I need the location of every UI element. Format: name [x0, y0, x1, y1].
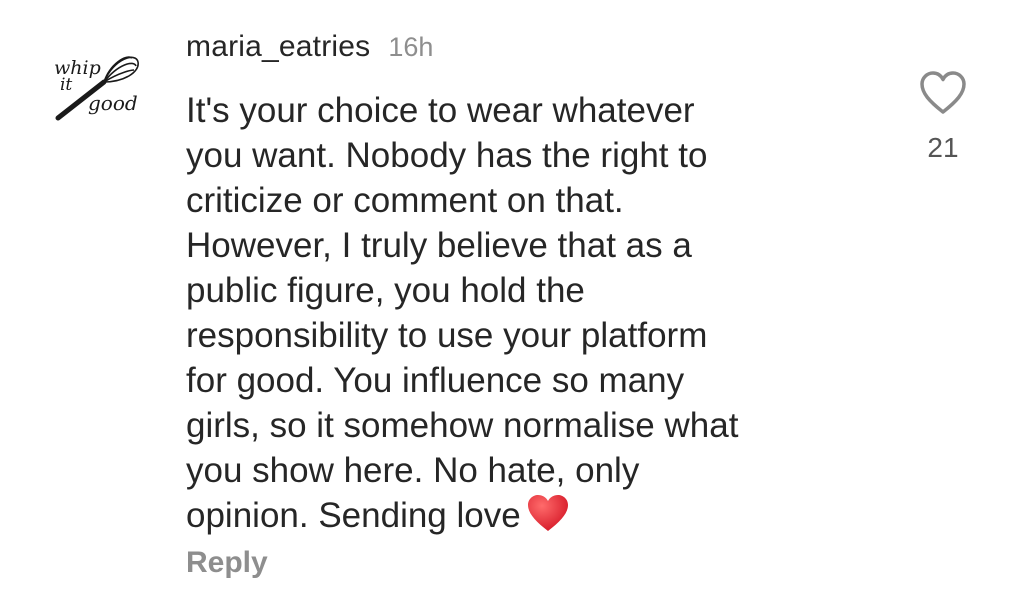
avatar-word-2: it — [60, 75, 72, 95]
reply-button[interactable]: Reply — [186, 546, 268, 580]
avatar-word-3: good — [88, 91, 138, 115]
heart-outline-icon — [920, 71, 966, 114]
like-count: 21 — [927, 132, 959, 163]
like-button[interactable] — [918, 70, 968, 116]
red-heart-emoji-icon — [527, 495, 569, 544]
username-link[interactable]: maria_eatries — [186, 30, 370, 64]
comment-text: It's your choice to wear whatever you wa… — [186, 91, 739, 535]
whisk-logo-icon: whip it good — [54, 56, 139, 121]
timestamp: 16h — [388, 32, 434, 62]
comment-body: It's your choice to wear whatever you wa… — [186, 88, 886, 544]
comment: whip it good maria_eatries 16h It's your… — [0, 0, 1024, 605]
avatar[interactable]: whip it good — [40, 48, 152, 126]
comment-header: maria_eatries 16h — [186, 30, 433, 64]
